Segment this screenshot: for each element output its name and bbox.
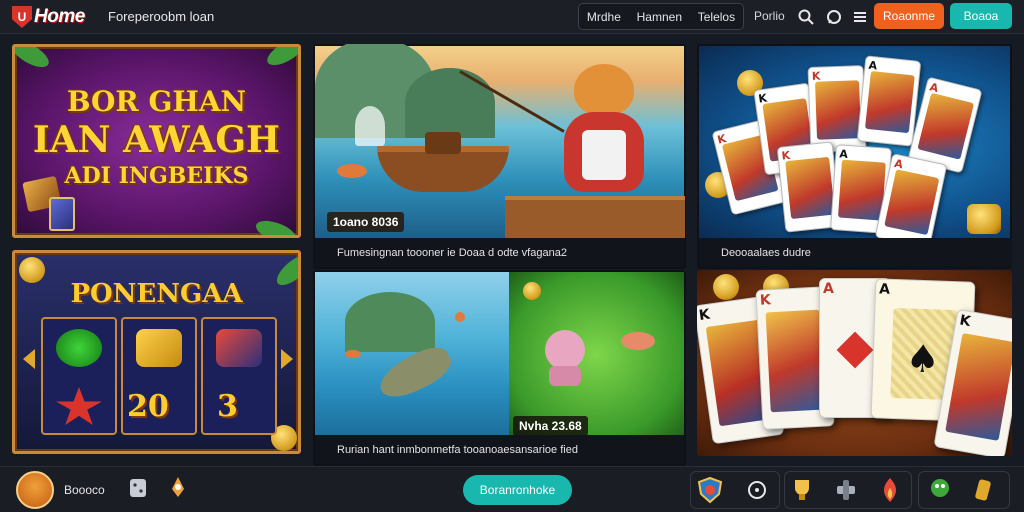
top-bar: U Home Foreperoobm loan Mrdhe Hamnen Tel…: [0, 0, 1024, 34]
gem-icon: [49, 197, 75, 231]
secondary-button[interactable]: Boaoa: [950, 3, 1012, 29]
search-icon[interactable]: [796, 7, 816, 27]
clover-symbol-icon: [56, 329, 102, 367]
banner-title-line-1: BOR GHAN: [66, 85, 247, 118]
chat-icon[interactable]: [824, 7, 844, 27]
playing-card: A: [856, 55, 922, 147]
fish-icon: [337, 164, 367, 178]
diamond-suit-icon: [836, 331, 874, 369]
coin-icon: [523, 282, 541, 300]
dice-icon[interactable]: [126, 475, 152, 503]
tile-3-caption: Deooaalaes dudre: [699, 238, 1012, 267]
logo-text: Home: [34, 6, 85, 27]
nav-item-2[interactable]: Hamnen: [637, 10, 682, 24]
primary-button[interactable]: Roaonme: [874, 3, 944, 29]
slot-number: 20: [127, 389, 169, 424]
flying-fish-icon: [621, 332, 655, 350]
bottom-icon-group-3: [918, 471, 1010, 509]
tile-2-caption: Fumesingnan toooner ie Doaa d odte vfaga…: [315, 238, 684, 267]
gold-icon[interactable]: [971, 476, 997, 504]
shield-icon[interactable]: [697, 476, 723, 504]
banner-title-line-2: IAN AWAGH: [32, 119, 281, 161]
star-symbol-icon: [56, 387, 102, 425]
game-tile-4[interactable]: PONENGAA 20 3: [12, 250, 301, 454]
game-tile-3[interactable]: K K K A A K A A Deooaalaes dudre: [697, 44, 1012, 269]
slot-reel: 20: [121, 317, 197, 435]
spade-suit-icon: ♠: [904, 336, 941, 382]
logo-shield-icon: U: [12, 6, 32, 28]
tile-2-badge: 1oano 8036: [327, 212, 405, 232]
island-shape: [345, 292, 435, 352]
game-tile-1[interactable]: BOR GHAN IAN AWAGH ADI INGBEIKS: [12, 44, 301, 238]
settings-icon[interactable]: [850, 7, 870, 27]
pink-creature-body: [549, 366, 581, 386]
bottom-bar: Boooco Boranronhoke: [0, 466, 1024, 512]
main-nav: Mrdhe Hamnen Telelos: [578, 3, 744, 30]
basket-icon: [425, 132, 461, 154]
rocket-icon[interactable]: [166, 475, 192, 503]
leaf-decoration: [253, 216, 298, 235]
creature-icon[interactable]: [927, 476, 953, 504]
leaf-decoration: [263, 47, 298, 71]
site-title: Foreperoobm loan: [108, 9, 215, 24]
water-splash-icon: [355, 106, 385, 146]
cards-scene-image: K K K A A K A A: [699, 46, 1010, 249]
tools-icon[interactable]: [833, 476, 859, 504]
gold-bar-symbol-icon: [136, 329, 182, 367]
slot-number: 3: [217, 389, 238, 424]
nav-item-1[interactable]: Mrdhe: [587, 10, 621, 24]
gamepad-icon[interactable]: [745, 478, 771, 506]
coin-icon: [967, 204, 1001, 234]
chest-symbol-icon: [216, 329, 262, 367]
bottom-label: Boooco: [64, 483, 105, 497]
reel-right-arrow-icon[interactable]: [281, 349, 293, 369]
creature-scene-image: [509, 272, 684, 438]
avatar[interactable]: [16, 471, 54, 509]
leaf-decoration: [15, 47, 53, 73]
game-tile-6[interactable]: K K A A ♠ K: [697, 270, 1012, 456]
game-tile-2[interactable]: 1oano 8036 Fumesingnan toooner ie Doaa d…: [313, 44, 686, 269]
small-fish-icon: [455, 312, 465, 322]
coin-icon: [713, 274, 739, 300]
tile-5-caption: Rurian hant inmbonmetfa tooanoaesansario…: [315, 435, 684, 464]
cat-character-icon: [560, 64, 648, 214]
bottom-icon-group-2: [784, 471, 912, 509]
game-tile-5[interactable]: Nvha 23.68 Rurian hant inmbonmetfa tooan…: [313, 270, 686, 466]
trophy-icon[interactable]: [789, 476, 815, 504]
bottom-icon-group-1: [690, 471, 780, 509]
ocean-scene-image: [315, 272, 509, 438]
slot-title: PONENGAA: [70, 279, 243, 309]
nav-item-3[interactable]: Telelos: [698, 10, 735, 24]
mountain-shape: [405, 68, 495, 138]
center-action-button[interactable]: Boranronhoke: [463, 475, 572, 505]
fishing-scene-image: 1oano 8036: [315, 44, 685, 238]
pink-creature-icon: [545, 330, 585, 370]
nav-item-plain[interactable]: Porlio: [754, 9, 785, 23]
fire-icon[interactable]: [877, 476, 903, 504]
site-logo[interactable]: U Home: [12, 4, 85, 30]
small-fish-icon: [345, 350, 361, 358]
slot-reel: 3: [201, 317, 277, 435]
slot-reel: [41, 317, 117, 435]
reel-left-arrow-icon[interactable]: [23, 349, 35, 369]
tile-5-badge: Nvha 23.68: [513, 416, 588, 436]
